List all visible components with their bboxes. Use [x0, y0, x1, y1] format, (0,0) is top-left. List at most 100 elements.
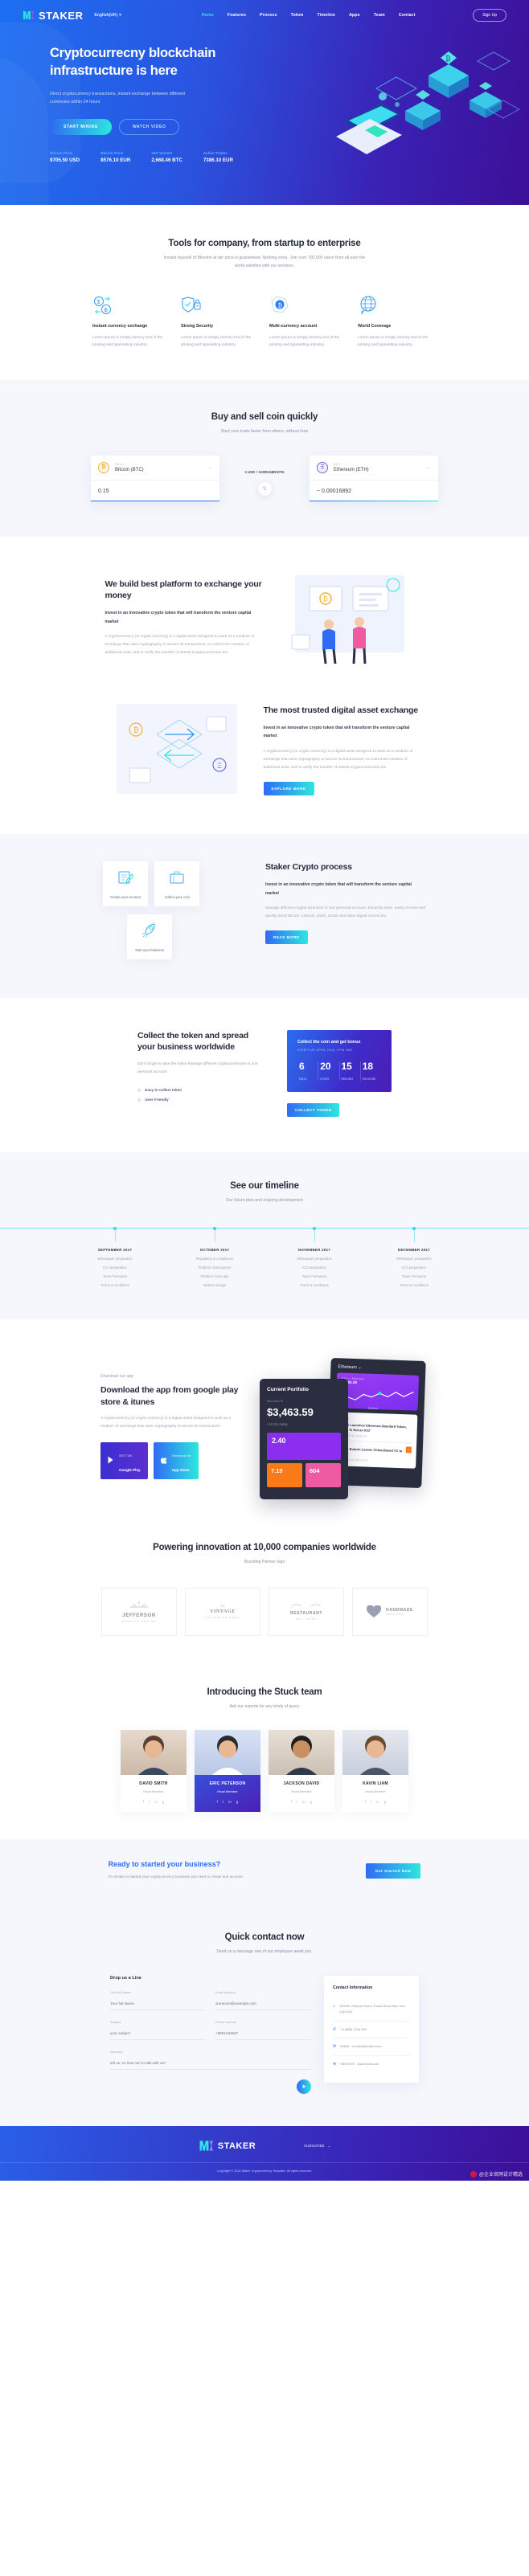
- email-input[interactable]: [215, 1998, 311, 2011]
- footer-subscribe[interactable]: SUBSCRIBE ⌄: [304, 2144, 330, 2149]
- feature-text: Lorem Ipsum is simply dummy text of the …: [181, 335, 252, 348]
- watch-video-button[interactable]: WATCH VIDEO: [118, 119, 180, 136]
- footer: STAKER SUBSCRIBE ⌄ Copyright © 2018 Stak…: [0, 2126, 529, 2181]
- facebook-icon[interactable]: f: [291, 1800, 292, 1804]
- contact-section: Quick contact now Send us a message one …: [0, 1902, 529, 2127]
- form-heading: Drop us a Line: [110, 1976, 141, 1981]
- buy-underline: [310, 500, 438, 502]
- member-socials: f t in g: [121, 1800, 187, 1804]
- partner-name: HANDMADE: [386, 1607, 413, 1613]
- linkedin-icon[interactable]: in: [302, 1800, 306, 1804]
- token-section: Collect the token and spread your busine…: [0, 998, 529, 1152]
- staker-logo-icon: [199, 2141, 213, 2151]
- linkedin-icon[interactable]: in: [376, 1800, 379, 1804]
- google-icon[interactable]: g: [384, 1800, 387, 1804]
- footer-brand-logo[interactable]: STAKER: [199, 2139, 256, 2153]
- tick-item: ◎ User Friendly: [137, 1098, 266, 1102]
- news-badge: !: [405, 1445, 412, 1454]
- nav-item-apps[interactable]: Apps: [349, 13, 360, 18]
- signup-button[interactable]: Sign Up: [473, 9, 506, 22]
- team-member-jackson-david[interactable]: JACKSON DAVID Head Member f t in g: [269, 1730, 334, 1813]
- start-mining-button[interactable]: START MINING: [50, 119, 112, 136]
- app-store-button[interactable]: Download on the App Store: [153, 1441, 199, 1479]
- phone-icon: ✆: [333, 2026, 337, 2032]
- nav-item-home[interactable]: Home: [202, 13, 214, 18]
- chevron-down-icon: ▾: [119, 13, 121, 18]
- footer-copyright: Copyright © 2018 Staker Cryptocurrency T…: [0, 2162, 529, 2173]
- buy-amount-output[interactable]: ~ 0.00016892: [310, 480, 438, 501]
- timeline-entry: Whitepaper preparation: [97, 1256, 133, 1261]
- mail-icon: ✉: [333, 2044, 337, 2050]
- stat-value: 7386.10 EUR: [203, 157, 233, 164]
- linkedin-icon[interactable]: in: [154, 1800, 158, 1804]
- google-icon[interactable]: g: [162, 1800, 165, 1804]
- sell-card: ₿ SELL Bitcoin (BTC) ⌄ 0.15: [91, 455, 219, 502]
- feature-card-multi-currency-account: ₿ Multi-currency account Lorem Ipsum is …: [269, 292, 348, 350]
- google-icon[interactable]: g: [310, 1800, 313, 1804]
- feature-title: Strong Security: [181, 323, 214, 329]
- countdown-start: STARTS AT APRIL 2018, 5 PM GMT: [297, 1049, 353, 1053]
- facebook-icon[interactable]: f: [217, 1800, 218, 1804]
- timeline-stem: [413, 1229, 415, 1242]
- timeline-stem: [314, 1229, 315, 1242]
- cta-band: Ready to started your business? It's sim…: [0, 1839, 529, 1903]
- stat-label: Bitcoin Price: [100, 151, 124, 156]
- team-member-eric-peterson[interactable]: ERIC PETERSON Head Member f t in g: [195, 1730, 260, 1813]
- token-countdown-column: Collect the coin and get bonus STARTS AT…: [287, 1030, 392, 1118]
- twitter-icon[interactable]: t: [149, 1800, 150, 1804]
- timeline-entry: Website design: [203, 1282, 227, 1287]
- name-input[interactable]: [110, 1998, 206, 2011]
- send-message-button[interactable]: ➤: [297, 2079, 311, 2095]
- process-title: Staker Crypto process: [265, 862, 352, 873]
- sell-amount-input[interactable]: 0.15: [91, 480, 219, 501]
- swap-icon[interactable]: ⇅: [257, 481, 272, 496]
- shield-lock-icon: [181, 292, 260, 316]
- nav-item-team[interactable]: Team: [374, 13, 385, 18]
- google-play-button[interactable]: GET IT ON Google Play: [100, 1441, 148, 1479]
- nav-item-process[interactable]: Process: [260, 13, 277, 18]
- nav-item-token[interactable]: Token: [291, 13, 304, 18]
- phone-coin-name: Ethereum: [338, 1364, 357, 1370]
- ethereum-icon: Ξ: [317, 461, 328, 473]
- nav-item-features[interactable]: Features: [228, 13, 246, 18]
- hero-stats: Bitcoin Price 9705.50 USD Bitcoin Price …: [50, 151, 265, 163]
- team-member-david-smith[interactable]: DAVID SMITH Head Member f t in g: [121, 1730, 187, 1813]
- token-tick-list: ◎ Easy to collect token ◎ User Friendly: [137, 1088, 266, 1102]
- timeline-entry: Regulatory & compliance: [195, 1256, 234, 1261]
- countdown-value: 6: [299, 1061, 305, 1073]
- svg-text:$: $: [97, 300, 100, 305]
- phone-input[interactable]: [215, 2028, 311, 2041]
- nav-item-timeline[interactable]: Timeline: [318, 13, 336, 18]
- svg-text:₿: ₿: [278, 301, 283, 309]
- linkedin-icon[interactable]: in: [228, 1800, 232, 1804]
- buy-coin-selector[interactable]: Ξ BUY Ethereum (ETH) ⌄: [310, 456, 438, 480]
- tile-label: Create your account: [110, 894, 141, 899]
- brand-logo[interactable]: STAKER: [23, 10, 83, 22]
- nav-item-contact[interactable]: Contact: [399, 13, 416, 18]
- get-started-button[interactable]: Get Started Now: [365, 1862, 421, 1879]
- field-subject: Subject: [110, 2020, 206, 2041]
- read-more-button[interactable]: READ MORE: [265, 930, 308, 945]
- sell-coin-selector[interactable]: ₿ SELL Bitcoin (BTC) ⌄: [91, 456, 219, 480]
- process-tile-create-account[interactable]: Create your account: [103, 861, 148, 907]
- message-input[interactable]: [110, 2058, 311, 2071]
- partner-sub: GRAPHIC DESIGN: [121, 1619, 157, 1623]
- app-kicker: Download our app: [100, 1374, 133, 1380]
- facebook-icon[interactable]: f: [143, 1800, 144, 1804]
- google-icon[interactable]: g: [236, 1800, 239, 1804]
- collect-token-button[interactable]: COLLECT TOKEN: [287, 1103, 340, 1118]
- explore-more-button[interactable]: EXPLORE MORE: [263, 781, 314, 795]
- team-member-kavin-liam[interactable]: KAVIN LIAM Head Member f t in g: [342, 1730, 408, 1813]
- language-selector[interactable]: English(UK) ▾: [94, 13, 121, 18]
- trusted-copy: The most trusted digital asset exchange …: [263, 705, 424, 795]
- process-tile-start-business[interactable]: Start your business: [127, 914, 172, 960]
- facebook-icon[interactable]: f: [365, 1800, 366, 1804]
- subject-input[interactable]: [110, 2028, 206, 2041]
- countdown-card: Collect the coin and get bonus STARTS AT…: [287, 1030, 392, 1093]
- team-members: DAVID SMITH Head Member f t in g ERIC PE…: [0, 1730, 529, 1813]
- hero-buttons: START MINING WATCH VIDEO: [50, 119, 265, 136]
- graph-point-label: $1135.82: [367, 1406, 378, 1410]
- process-tile-collect-coin[interactable]: Collect your coin: [154, 861, 200, 907]
- hero-isometric-illustration: ₿: [336, 51, 521, 154]
- timeline-entry: Team Formation: [102, 1274, 128, 1278]
